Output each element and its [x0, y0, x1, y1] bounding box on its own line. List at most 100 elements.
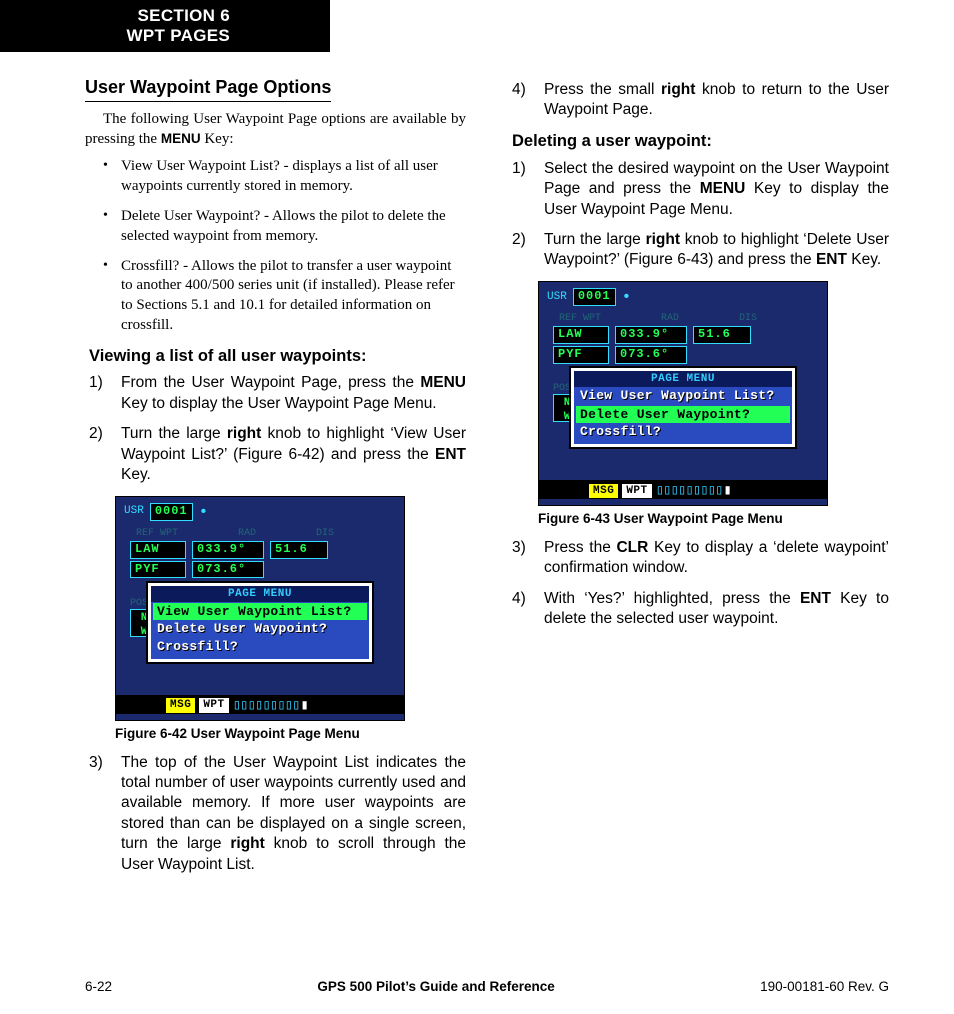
menu-key: MENU [700, 180, 746, 197]
step-text: Press the small right knob to return to … [544, 80, 889, 121]
gps-bottom-bar: MSG WPT ▯▯▯▯▯▯▯▯▯▮ [116, 698, 404, 714]
figure-6-42: USR 0001 • REF WPT RAD DIS LAW 033.9° 51… [115, 496, 466, 743]
rad-value: 073.6° [192, 561, 264, 579]
dis-value: 51.6 [270, 541, 328, 559]
page-footer: 6-22 GPS 500 Pilot’s Guide and Reference… [85, 979, 889, 994]
step-text: The top of the User Waypoint List indica… [121, 753, 466, 876]
page-menu-popup: PAGE MENU View User Waypoint List? Delet… [148, 583, 372, 662]
step-item: 4) With ‘Yes?’ highlighted, press the EN… [512, 589, 889, 630]
dis-value: 51.6 [693, 326, 751, 344]
step-number: 4) [512, 589, 544, 630]
step-text: With ‘Yes?’ highlighted, press the ENT K… [544, 589, 889, 630]
rad-value: 033.9° [615, 326, 687, 344]
page-bar-end: ▮ [300, 697, 308, 715]
menu-key-label: MENU [161, 131, 201, 146]
rad-label: RAD [661, 312, 679, 325]
step-text: Turn the large right knob to highlight ‘… [121, 424, 466, 485]
options-list: View User Waypoint List? - displays a li… [103, 157, 466, 335]
procedure-heading: Viewing a list of all user waypoints: [89, 346, 466, 368]
step-number: 2) [512, 230, 544, 271]
steps-list-cont: 3) The top of the User Waypoint List ind… [89, 753, 466, 876]
menu-item-highlighted: View User Waypoint List? [153, 603, 367, 620]
menu-title: PAGE MENU [151, 586, 369, 603]
menu-item-highlighted: Delete User Waypoint? [576, 406, 790, 423]
usr-label: USR [547, 290, 567, 305]
right-column: 4) Press the small right knob to return … [508, 76, 889, 954]
section-title: WPT PAGES [127, 26, 230, 46]
step-item: 2) Turn the large right knob to highligh… [89, 424, 466, 485]
bullet-item: View User Waypoint List? - displays a li… [103, 157, 466, 197]
menu-item: Delete User Waypoint? [151, 620, 369, 637]
waypoint-id: 0001 [150, 503, 193, 521]
gps-row: PYF 073.6° [130, 561, 390, 579]
page-content: User Waypoint Page Options The following… [85, 76, 889, 954]
procedure-heading: Deleting a user waypoint: [512, 131, 889, 153]
ref-wpt-value: PYF [553, 346, 609, 364]
step-number: 1) [512, 159, 544, 220]
intro-text-pre: The following User Waypoint Page options… [85, 111, 466, 147]
section-number: SECTION 6 [138, 6, 230, 26]
ent-key: ENT [816, 251, 847, 268]
dis-label: DIS [316, 527, 334, 540]
dis-label: DIS [739, 312, 757, 325]
steps-list-cont2: 4) Press the small right knob to return … [512, 80, 889, 121]
ref-wpt-value: LAW [130, 541, 186, 559]
delete-steps-cont: 3) Press the CLR Key to display a ‘delet… [512, 538, 889, 630]
clr-key: CLR [616, 539, 648, 556]
step-item: 1) Select the desired waypoint on the Us… [512, 159, 889, 220]
menu-item: Crossfill? [574, 423, 792, 440]
waypoint-id: 0001 [573, 288, 616, 306]
left-column: User Waypoint Page Options The following… [85, 76, 466, 954]
gps-row: LAW 033.9° 51.6 [553, 326, 813, 344]
ent-key: ENT [435, 446, 466, 463]
gps-top-row: USR 0001 • [547, 288, 819, 306]
right-knob: right [661, 81, 695, 98]
delete-steps: 1) Select the desired waypoint on the Us… [512, 159, 889, 271]
ref-wpt-value: PYF [130, 561, 186, 579]
ref-wpt-label: REF WPT [559, 312, 601, 325]
page-menu-popup: PAGE MENU View User Waypoint List? Delet… [571, 368, 795, 447]
gps-column-labels: REF WPT RAD DIS [559, 312, 807, 325]
gps-top-row: USR 0001 • [124, 503, 396, 521]
step-text: Press the CLR Key to display a ‘delete w… [544, 538, 889, 579]
step-number: 4) [512, 80, 544, 121]
figure-caption: Figure 6-43 User Waypoint Page Menu [538, 510, 889, 528]
menu-item: View User Waypoint List? [574, 387, 792, 404]
wpt-indicator: WPT [622, 484, 651, 499]
menu-title: PAGE MENU [574, 371, 792, 388]
steps-list: 1) From the User Waypoint Page, press th… [89, 373, 466, 485]
document-title: GPS 500 Pilot’s Guide and Reference [317, 979, 554, 994]
menu-item: Crossfill? [151, 638, 369, 655]
step-number: 3) [89, 753, 121, 876]
wpt-indicator: WPT [199, 698, 228, 713]
msg-indicator: MSG [589, 484, 618, 499]
step-text: From the User Waypoint Page, press the M… [121, 373, 466, 414]
figure-caption: Figure 6-42 User Waypoint Page Menu [115, 725, 466, 743]
step-text: Turn the large right knob to highlight ‘… [544, 230, 889, 271]
menu-key: MENU [420, 374, 466, 391]
figure-6-43: USR 0001 • REF WPT RAD DIS LAW 033.9° 51… [538, 281, 889, 528]
gps-screen: USR 0001 • REF WPT RAD DIS LAW 033.9° 51… [538, 281, 828, 506]
gps-row: PYF 073.6° [553, 346, 813, 364]
bullet-item: Delete User Waypoint? - Allows the pilot… [103, 207, 466, 247]
step-item: 3) Press the CLR Key to display a ‘delet… [512, 538, 889, 579]
page-bars: ▯▯▯▯▯▯▯▯▯ [233, 697, 300, 715]
ref-wpt-value: LAW [553, 326, 609, 344]
section-header: SECTION 6 WPT PAGES [0, 0, 330, 52]
gps-bottom-bar: MSG WPT ▯▯▯▯▯▯▯▯▯▮ [539, 483, 827, 499]
step-item: 3) The top of the User Waypoint List ind… [89, 753, 466, 876]
bullet-item: Crossfill? - Allows the pilot to transfe… [103, 257, 466, 336]
gps-row: LAW 033.9° 51.6 [130, 541, 390, 559]
msg-indicator: MSG [166, 698, 195, 713]
document-revision: 190-00181-60 Rev. G [760, 979, 889, 994]
step-text: Select the desired waypoint on the User … [544, 159, 889, 220]
step-number: 2) [89, 424, 121, 485]
rad-label: RAD [238, 527, 256, 540]
step-item: 4) Press the small right knob to return … [512, 80, 889, 121]
right-knob: right [230, 835, 264, 852]
step-number: 1) [89, 373, 121, 414]
usr-label: USR [124, 504, 144, 519]
gps-column-labels: REF WPT RAD DIS [136, 527, 384, 540]
gps-data-rows: LAW 033.9° 51.6 PYF 073.6° [553, 326, 813, 366]
ent-key: ENT [800, 590, 831, 607]
